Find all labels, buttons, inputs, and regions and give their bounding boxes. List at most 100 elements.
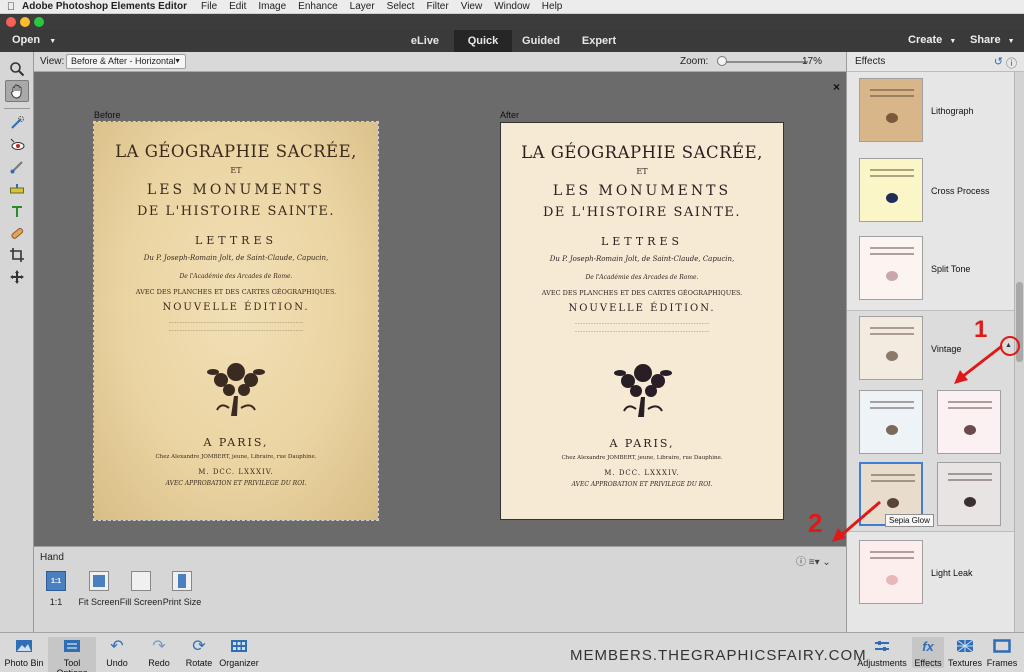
- zoom-label: Zoom:: [680, 56, 709, 67]
- adjustments-button[interactable]: Adjustments: [856, 637, 908, 668]
- one-to-one-icon: 1:1: [46, 571, 66, 591]
- menu-edit[interactable]: Edit: [229, 1, 246, 12]
- fill-screen-button[interactable]: Fill Screen: [118, 571, 164, 607]
- tool-options-button[interactable]: Tool Options: [48, 637, 96, 672]
- before-label: Before: [94, 110, 121, 120]
- textures-label: Textures: [947, 658, 982, 668]
- red-eye-tool[interactable]: [5, 134, 29, 156]
- redo-icon: ↷: [152, 638, 166, 655]
- tool-options-icon: [62, 637, 82, 655]
- menu-image[interactable]: Image: [258, 1, 286, 12]
- brush-icon: [10, 161, 23, 174]
- textures-button[interactable]: Textures: [946, 637, 984, 668]
- undo-icon: ↶: [110, 638, 124, 655]
- chevron-down-icon: ▼: [1007, 38, 1015, 45]
- one-to-one-label: 1:1: [49, 597, 63, 607]
- before-image[interactable]: LA GÉOGRAPHIE SACRÉE, ET LES MONUMENTS D…: [93, 121, 379, 521]
- zoom-slider-track[interactable]: [718, 61, 808, 63]
- menu-layer[interactable]: Layer: [350, 1, 375, 12]
- quick-selection-tool[interactable]: [5, 112, 29, 134]
- doc-fineprint: ········································…: [168, 328, 304, 334]
- effect-label-lithograph[interactable]: Lithograph: [931, 106, 974, 116]
- hand-tool[interactable]: [5, 80, 29, 102]
- menu-window[interactable]: Window: [494, 1, 530, 12]
- fit-screen-label: Fit Screen: [78, 597, 120, 607]
- spot-healing-tool[interactable]: [5, 222, 29, 244]
- zoom-slider-handle[interactable]: [716, 56, 727, 66]
- print-size-label: Print Size: [162, 597, 202, 607]
- menu-file[interactable]: File: [201, 1, 217, 12]
- rotate-label: Rotate: [185, 658, 213, 668]
- effects-button[interactable]: fx Effects: [912, 637, 944, 668]
- straighten-tool[interactable]: [5, 178, 29, 200]
- view-bar: View: Before & After - Horizontal ▼ Zoom…: [34, 52, 846, 72]
- effect-thumbnail-lithograph[interactable]: [859, 78, 923, 142]
- doc-line: LES MONUMENTS: [146, 182, 326, 198]
- after-label: After: [500, 110, 520, 120]
- doc-line: NOUVELLE ÉDITION.: [568, 303, 716, 314]
- window-titlebar: [0, 14, 1024, 30]
- help-icon[interactable]: ⓘ ≡▾ ⌄: [796, 553, 831, 568]
- zoom-tool[interactable]: [5, 58, 29, 80]
- undo-label: Undo: [106, 658, 128, 668]
- doc-line: De l'Académie des Arcades de Rome.: [179, 273, 293, 280]
- effect-label-light-leak[interactable]: Light Leak: [931, 568, 973, 578]
- print-size-button[interactable]: Print Size: [162, 571, 202, 607]
- tab-expert[interactable]: Expert: [570, 30, 628, 52]
- menu-filter[interactable]: Filter: [426, 1, 448, 12]
- menu-help[interactable]: Help: [542, 1, 563, 12]
- menu-enhance[interactable]: Enhance: [298, 1, 337, 12]
- effect-label-split-tone[interactable]: Split Tone: [931, 264, 970, 274]
- close-icon[interactable]: ×: [833, 80, 840, 94]
- vintage-variant-thumbnail[interactable]: [937, 390, 1001, 454]
- share-button[interactable]: Share ▼: [970, 34, 1015, 46]
- doc-line: LES MONUMENTS: [552, 183, 732, 199]
- view-select[interactable]: Before & After - Horizontal ▼: [66, 54, 186, 69]
- rotate-button[interactable]: ⟳ Rotate: [184, 637, 214, 668]
- frames-button[interactable]: Frames: [986, 637, 1018, 668]
- vintage-variant-thumbnail[interactable]: [937, 462, 1001, 526]
- create-button[interactable]: Create ▼: [908, 34, 956, 46]
- effect-label-cross-process[interactable]: Cross Process: [931, 186, 990, 196]
- open-button[interactable]: Open ▼: [12, 34, 56, 46]
- effect-thumbnail-cross-process[interactable]: [859, 158, 923, 222]
- frames-icon: [992, 637, 1012, 655]
- reset-icon[interactable]: ↺: [994, 55, 1003, 68]
- doc-line: LETTRES: [600, 235, 684, 248]
- toolbox: [0, 52, 34, 632]
- tab-quick[interactable]: Quick: [454, 30, 512, 52]
- effects-title: Effects: [855, 56, 886, 67]
- one-to-one-button[interactable]: 1:1 1:1: [42, 571, 70, 607]
- zoom-window-button[interactable]: [34, 17, 44, 27]
- vintage-variant-thumbnail[interactable]: [859, 390, 923, 454]
- doc-line: M. DCC. LXXXIV.: [198, 468, 274, 476]
- whiten-teeth-tool[interactable]: [5, 156, 29, 178]
- mode-bar: Open ▼ eLive Quick Guided Expert Create …: [0, 30, 1024, 52]
- redo-button[interactable]: ↷ Redo: [144, 637, 174, 668]
- app-name[interactable]: Adobe Photoshop Elements Editor: [22, 1, 187, 12]
- after-image[interactable]: LA GÉOGRAPHIE SACRÉE, ET LES MONUMENTS D…: [500, 122, 784, 520]
- effect-thumbnail-split-tone[interactable]: [859, 236, 923, 300]
- apple-icon[interactable]: : [0, 1, 22, 13]
- crop-tool[interactable]: [5, 244, 29, 266]
- menu-select[interactable]: Select: [387, 1, 415, 12]
- type-tool[interactable]: [5, 200, 29, 222]
- level-icon: [10, 184, 24, 194]
- doc-line: NOUVELLE ÉDITION.: [162, 302, 310, 313]
- tab-guided[interactable]: Guided: [512, 30, 570, 52]
- tool-options-label: Tool Options: [56, 658, 87, 672]
- move-tool[interactable]: [5, 266, 29, 288]
- doc-line: ET: [636, 167, 648, 176]
- undo-button[interactable]: ↶ Undo: [102, 637, 132, 668]
- minimize-window-button[interactable]: [20, 17, 30, 27]
- close-window-button[interactable]: [6, 17, 16, 27]
- bandage-icon: [11, 227, 24, 239]
- effect-thumbnail-light-leak[interactable]: [859, 540, 923, 604]
- help-icon[interactable]: ⓘ: [1006, 55, 1017, 71]
- fit-screen-button[interactable]: Fit Screen: [76, 571, 122, 607]
- organizer-button[interactable]: Organizer: [218, 637, 260, 668]
- photo-bin-button[interactable]: Photo Bin: [4, 637, 44, 668]
- tab-elive[interactable]: eLive: [396, 30, 454, 52]
- menu-view[interactable]: View: [461, 1, 483, 12]
- effect-thumbnail-vintage[interactable]: [859, 316, 923, 380]
